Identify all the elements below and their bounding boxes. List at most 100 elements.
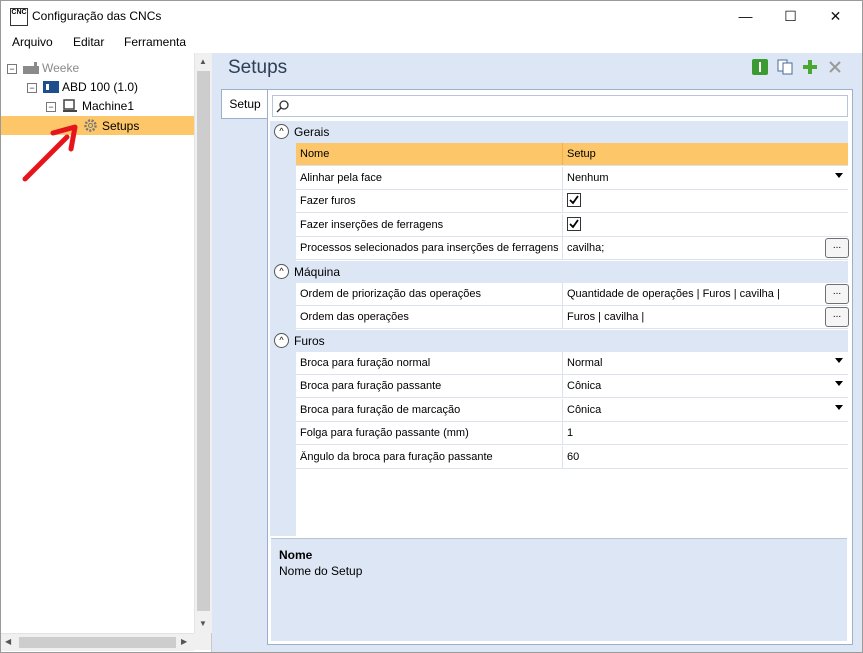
grid-gutter (270, 166, 296, 191)
property-row[interactable]: Processos selecionados para inserções de… (296, 237, 849, 260)
dropdown-arrow-icon[interactable] (835, 404, 843, 410)
tree-panel: − Weeke − ABD 100 (1.0) − Machine1 Setup… (1, 53, 212, 652)
property-name: Ângulo da broca para furação passante (300, 450, 493, 463)
dropdown-arrow-icon[interactable] (835, 357, 843, 363)
add-icon[interactable] (802, 59, 818, 75)
close-button[interactable]: ✕ (813, 1, 858, 31)
property-value[interactable]: Normal (562, 351, 849, 374)
scroll-left-icon[interactable]: ◀ (5, 637, 11, 646)
delete-icon[interactable] (827, 59, 843, 75)
scroll-down-icon[interactable]: ▼ (199, 619, 207, 628)
grid-gutter (270, 213, 296, 238)
grid-gutter (270, 190, 296, 214)
tree-item-abd100[interactable]: ABD 100 (1.0) (62, 78, 138, 96)
property-row[interactable]: Ângulo da broca para furação passante 60 (296, 445, 849, 469)
property-value-text: Normal (567, 356, 603, 369)
grid-gutter (270, 282, 296, 307)
property-value-text: Nenhum (567, 171, 609, 184)
collapse-category-icon[interactable]: ^ (274, 332, 289, 348)
property-name: Processos selecionados para inserções de… (300, 242, 558, 254)
app-icon: CNC (10, 8, 28, 26)
property-value[interactable]: Nenhum (562, 166, 849, 189)
property-value[interactable]: Quantidade de operações | Furos | cavilh… (562, 282, 849, 305)
tree-horizontal-scrollbar[interactable]: ◀ ▶ (1, 633, 194, 651)
category-row[interactable]: ^ Furos (270, 329, 848, 352)
property-value[interactable]: Furos | cavilha |... (562, 306, 849, 328)
property-name: Ordem das operações (300, 311, 409, 323)
property-row[interactable]: Fazer inserções de ferragens (296, 213, 849, 237)
property-value[interactable] (562, 213, 849, 236)
property-row[interactable]: Broca para furação normal Normal (296, 351, 849, 375)
info-icon[interactable] (752, 59, 768, 75)
browse-button[interactable]: ... (825, 283, 849, 304)
column-header-value: Setup (562, 143, 849, 165)
property-value[interactable] (562, 190, 849, 212)
tree-hscroll-thumb[interactable] (19, 637, 176, 648)
property-name: Broca para furação de marcação (300, 403, 461, 416)
tree-scroll-thumb[interactable] (197, 71, 210, 611)
property-row[interactable]: Ordem de priorização das operações Quanti… (296, 282, 849, 306)
maximize-button[interactable]: ☐ (768, 1, 813, 31)
grid-gutter (270, 422, 296, 446)
property-grid: ^ Gerais Nome Setup Alinhar pela face Nenhum F… (270, 121, 849, 536)
dropdown-arrow-icon[interactable] (835, 381, 843, 386)
browse-button[interactable]: ... (825, 238, 849, 258)
collapse-icon[interactable]: − (7, 64, 17, 74)
property-value-text: Furos | cavilha | (567, 311, 645, 323)
property-checkbox[interactable] (567, 193, 581, 207)
property-row[interactable]: Broca para furação de marcação Cônica (296, 398, 849, 422)
property-row[interactable]: Alinhar pela face Nenhum (296, 166, 849, 190)
category-label: Furos (294, 333, 325, 348)
property-name: Ordem de priorização das operações (300, 287, 481, 300)
tab-setup[interactable]: Setup (221, 89, 268, 119)
menu-editar[interactable]: Editar (73, 35, 104, 49)
property-value[interactable]: Cônica (562, 375, 849, 397)
category-row[interactable]: ^ Máquina (270, 260, 848, 283)
tree-item-machine1[interactable]: Machine1 (82, 97, 134, 115)
grid-gutter (270, 237, 296, 261)
category-label: Gerais (294, 125, 330, 139)
tree-vertical-scrollbar[interactable]: ▲ ▼ (194, 53, 212, 633)
property-value[interactable]: 1 (562, 422, 849, 444)
machine-icon (63, 99, 77, 112)
property-value-text: Quantidade de operações | Furos | cavilh… (567, 287, 780, 300)
property-row[interactable]: Ordem das operações Furos | cavilha |... (296, 306, 849, 329)
property-checkbox[interactable] (567, 216, 581, 231)
dropdown-arrow-icon[interactable] (835, 172, 843, 178)
minimize-button[interactable]: — (723, 1, 768, 31)
collapse-icon[interactable]: − (46, 102, 56, 112)
scroll-right-icon[interactable]: ▶ (181, 637, 187, 646)
browse-button[interactable]: ... (825, 307, 849, 327)
collapse-category-icon[interactable]: ^ (274, 263, 289, 279)
menu-ferramenta[interactable]: Ferramenta (124, 35, 186, 49)
property-row[interactable]: Fazer furos (296, 190, 848, 213)
scroll-up-icon[interactable]: ▲ (199, 57, 207, 66)
window-title: Configuração das CNCs (32, 9, 162, 23)
grid-gutter (270, 143, 296, 167)
property-value[interactable]: Cônica (562, 398, 849, 421)
property-row[interactable]: Folga para furação passante (mm) 1 (296, 422, 848, 445)
property-value[interactable]: cavilha;... (562, 237, 849, 259)
grid-empty-gutter (270, 469, 296, 536)
property-value-text: Cônica (567, 403, 602, 416)
copy-icon[interactable] (777, 59, 793, 75)
collapse-icon[interactable]: − (27, 83, 37, 93)
machine-group-icon (43, 81, 59, 93)
property-name: Fazer furos (300, 195, 356, 207)
property-name: Alinhar pela face (300, 171, 382, 184)
scroll-corner (194, 633, 211, 650)
property-value[interactable]: 60 (562, 445, 849, 468)
property-row[interactable]: Broca para furação passante Cônica (296, 375, 848, 398)
property-name: Fazer inserções de ferragens (300, 218, 444, 231)
tree-item-weeke[interactable]: Weeke (42, 59, 79, 77)
collapse-category-icon[interactable]: ^ (274, 124, 289, 139)
tree-item-setups[interactable]: Setups (102, 117, 139, 135)
menu-arquivo[interactable]: Arquivo (12, 35, 53, 49)
property-name: Folga para furação passante (mm) (300, 427, 469, 439)
category-label: Máquina (294, 264, 341, 279)
checkmark-icon (569, 218, 579, 228)
property-name: Broca para furação normal (300, 356, 431, 369)
description-title: Nome (279, 548, 313, 562)
category-row[interactable]: ^ Gerais (270, 121, 848, 143)
search-input[interactable] (272, 95, 848, 117)
